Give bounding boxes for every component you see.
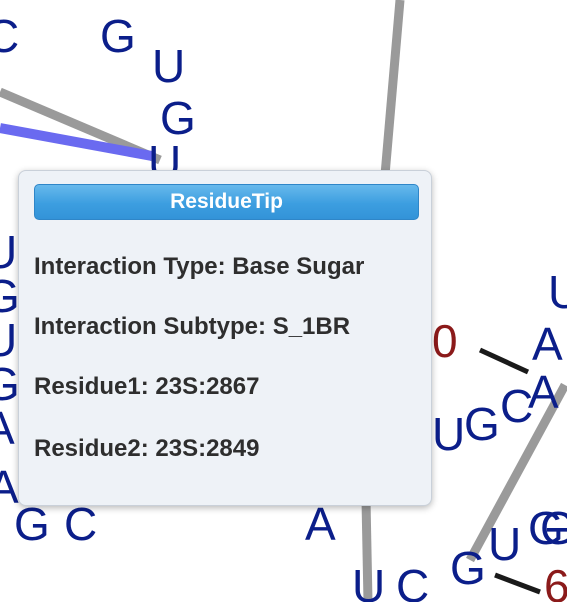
- nucleotide[interactable]: A: [532, 318, 563, 370]
- nucleotide[interactable]: A: [528, 366, 559, 418]
- interaction-type-text: Interaction Type: Base Sugar: [34, 253, 365, 280]
- residue2-text: Residue2: 23S:2849: [34, 435, 260, 462]
- nucleotide[interactable]: U: [352, 560, 385, 602]
- nucleotide[interactable]: G: [540, 502, 567, 554]
- nucleotide[interactable]: G: [464, 398, 500, 450]
- base-pair-line: [494, 572, 541, 595]
- nucleotide[interactable]: U: [548, 266, 567, 318]
- base-pair-line: [478, 347, 530, 375]
- residue1-text: Residue1: 23S:2867: [34, 373, 260, 400]
- highlighted-interaction-link[interactable]: [0, 123, 153, 161]
- interaction-subtype-text: Interaction Subtype: S_1BR: [34, 313, 351, 340]
- nucleotide[interactable]: U: [432, 408, 465, 460]
- nucleotide[interactable]: C: [0, 10, 19, 62]
- nucleotide[interactable]: G: [100, 10, 136, 62]
- residue-tooltip: ResidueTip Interaction Type: Base Sugar …: [18, 170, 432, 506]
- nucleotide[interactable]: U: [488, 518, 521, 570]
- nucleotide[interactable]: C: [396, 560, 429, 602]
- nucleotide[interactable]: G: [450, 542, 486, 594]
- interaction-link: [380, 0, 405, 176]
- nucleotide[interactable]: U: [152, 40, 185, 92]
- position-label: 6: [544, 560, 567, 602]
- tooltip-title-bar: ResidueTip: [34, 184, 419, 220]
- position-label: 0: [432, 315, 458, 367]
- nucleotide[interactable]: A: [0, 402, 15, 454]
